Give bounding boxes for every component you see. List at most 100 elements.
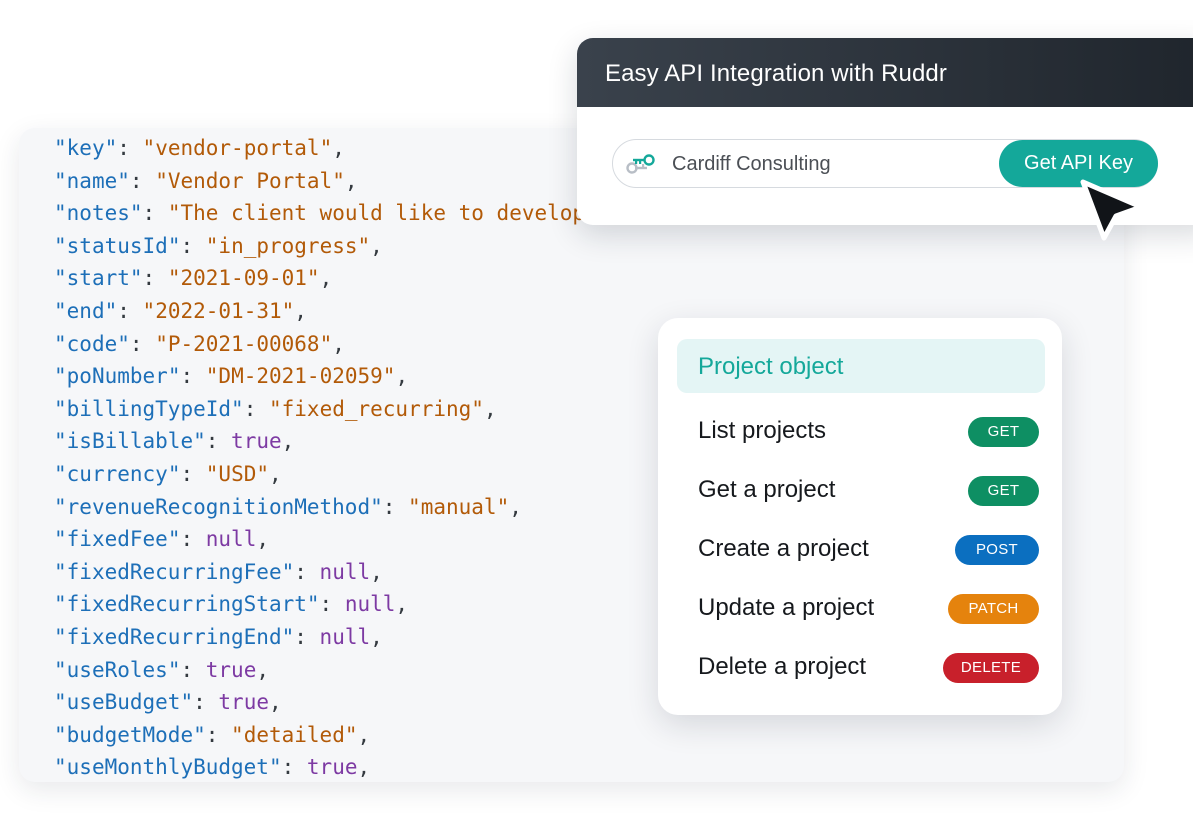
company-name-value: Cardiff Consulting (672, 153, 831, 175)
code-quote: " (231, 396, 244, 421)
code-quote: " (54, 233, 67, 258)
code-comma: , (370, 559, 383, 584)
code-quote: " (54, 657, 67, 682)
code-quote: " (193, 722, 206, 747)
code-quote: " (344, 722, 358, 747)
code-value: The client would like to develop (180, 201, 586, 226)
api-card-title: Easy API Integration with Ruddr (577, 38, 1193, 107)
code-quote: " (54, 396, 67, 421)
code-value: null (344, 592, 396, 617)
code-key: billingTypeId (66, 396, 232, 421)
code-key: fixedFee (66, 527, 168, 552)
code-quote: " (167, 527, 181, 552)
code-key: budgetMode (66, 722, 194, 747)
code-line: "code": "P-2021-00068", (54, 328, 585, 361)
code-quote: " (167, 461, 181, 486)
code-value: USD (218, 461, 257, 486)
code-quote: " (268, 396, 282, 421)
code-comma: , (344, 168, 358, 193)
endpoint-update-project[interactable]: Update a project PATCH (658, 586, 1062, 626)
project-endpoints-card: Project object List projects GET Get a p… (658, 318, 1062, 715)
code-quote: " (268, 755, 282, 780)
code-line: "budgetMode": "detailed", (54, 719, 585, 752)
code-line: "fixedRecurringStart": null, (54, 588, 585, 621)
code-colon: : (205, 722, 232, 747)
endpoint-create-project[interactable]: Create a project POST (658, 527, 1062, 567)
code-comma: , (395, 364, 409, 389)
code-colon: : (294, 559, 320, 584)
code-key: useBudget (66, 690, 181, 715)
code-line: "currency": "USD", (54, 458, 585, 491)
code-colon: : (294, 624, 320, 649)
code-quote: " (54, 136, 67, 160)
code-colon: : (243, 396, 269, 421)
code-value: fixed_recurring (281, 396, 472, 421)
method-badge-get: GET (968, 476, 1039, 506)
code-quote: " (408, 494, 421, 519)
code-quote: " (357, 233, 371, 258)
code-key: currency (66, 461, 168, 486)
code-comma: , (395, 592, 409, 617)
code-quote: " (142, 136, 156, 160)
code-quote: " (471, 396, 484, 421)
code-key: fixedRecurringStart (66, 592, 307, 617)
code-key: useMonthlyBudget (66, 755, 269, 780)
method-badge-post: POST (955, 535, 1039, 565)
code-quote: " (205, 233, 219, 258)
code-key: poNumber (66, 364, 168, 389)
code-colon: : (117, 298, 143, 323)
code-quote: " (256, 461, 270, 486)
code-quote: " (332, 168, 345, 193)
code-line: "useRoles": true, (54, 654, 585, 687)
code-quote: " (54, 461, 67, 486)
code-colon: : (129, 331, 156, 356)
endpoint-delete-project[interactable]: Delete a project DELETE (658, 645, 1062, 685)
code-quote: " (281, 559, 295, 584)
code-colon: : (382, 494, 409, 519)
code-value: null (319, 559, 371, 584)
code-quote: " (205, 364, 219, 389)
code-key: fixedRecurringFee (66, 559, 282, 584)
endpoint-label: Delete a project (698, 653, 867, 680)
code-quote: " (370, 494, 383, 519)
code-colon: : (180, 527, 206, 552)
code-value: null (319, 624, 371, 649)
code-comma: , (269, 461, 282, 486)
code-colon: : (319, 592, 345, 617)
code-quote: " (54, 722, 67, 747)
code-line: "billingTypeId": "fixed_recurring", (54, 393, 585, 426)
project-object-item[interactable]: Project object (677, 339, 1045, 393)
code-quote: " (54, 364, 67, 389)
code-line: "statusId": "in_progress", (54, 230, 585, 263)
endpoint-label: Get a project (698, 476, 836, 503)
code-comma: , (370, 233, 383, 258)
code-quote: " (54, 429, 67, 454)
endpoint-list-projects[interactable]: List projects GET (658, 409, 1062, 449)
code-key: end (66, 298, 105, 323)
code-comma: , (281, 429, 295, 454)
code-quote: " (180, 690, 194, 715)
code-colon: : (142, 266, 168, 291)
code-quote: " (496, 494, 510, 519)
code-quote: " (306, 266, 320, 291)
code-comma: , (357, 755, 371, 780)
code-key: useRoles (66, 657, 168, 682)
code-quote: " (231, 722, 244, 747)
code-comma: , (332, 331, 345, 356)
code-quote: " (54, 201, 67, 226)
code-colon: : (281, 755, 307, 780)
code-line: "notes": "The client would like to devel… (54, 197, 585, 230)
endpoint-get-project[interactable]: Get a project GET (658, 468, 1062, 508)
method-badge-get: GET (968, 417, 1039, 447)
code-line: "end": "2022-01-31", (54, 295, 585, 328)
code-value: 2022-01-31 (155, 298, 282, 323)
code-quote: " (104, 136, 118, 160)
code-quote: " (54, 298, 67, 323)
code-colon: : (142, 201, 168, 226)
code-value: P-2021-00068 (167, 331, 320, 356)
code-comma: , (268, 690, 282, 715)
code-comma: , (256, 527, 269, 552)
code-comma: , (294, 298, 307, 323)
code-quote: " (167, 266, 181, 291)
code-key: revenueRecognitionMethod (66, 494, 371, 519)
